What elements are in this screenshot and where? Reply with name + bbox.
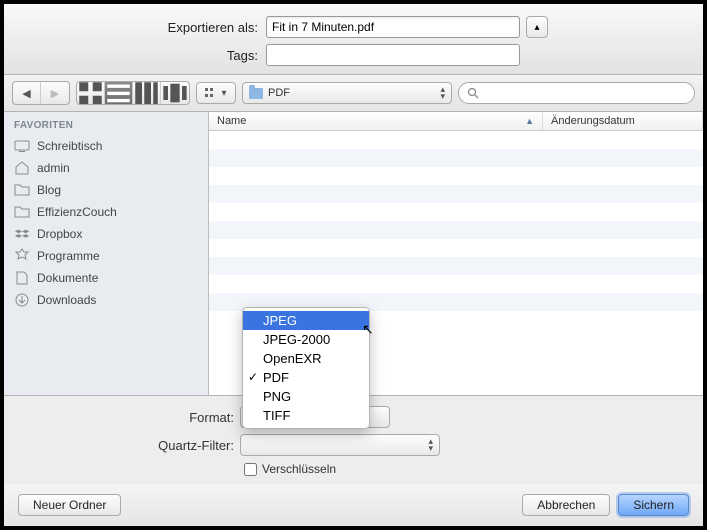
format-option-tiff[interactable]: TIFF	[243, 406, 369, 425]
location-name: PDF	[268, 87, 290, 99]
format-option-jpeg[interactable]: JPEG	[243, 311, 369, 330]
sidebar-item-admin[interactable]: admin	[4, 157, 208, 179]
sidebar: FAVORITEN Schreibtisch admin Blog Effizi…	[4, 112, 209, 395]
list-view-button[interactable]	[105, 82, 133, 104]
column-name-header[interactable]: Name▲	[209, 112, 543, 130]
sidebar-item-dropbox[interactable]: Dropbox	[4, 223, 208, 245]
search-input[interactable]	[483, 87, 686, 99]
coverflow-view-button[interactable]	[161, 82, 189, 104]
cancel-button[interactable]: Abbrechen	[522, 494, 610, 516]
sidebar-item-effizienzcouch[interactable]: EffizienzCouch	[4, 201, 208, 223]
sidebar-item-programme[interactable]: Programme	[4, 245, 208, 267]
column-date-header[interactable]: Änderungsdatum	[543, 112, 703, 130]
location-popup[interactable]: PDF ▴▾	[242, 82, 452, 104]
toolbar: ◀ ▶ ▾ PDF ▴▾	[4, 75, 703, 112]
forward-button[interactable]: ▶	[41, 82, 69, 104]
disclosure-button[interactable]: ▴	[526, 16, 548, 38]
search-icon	[467, 87, 479, 99]
tags-input[interactable]	[266, 44, 520, 66]
export-dialog: Exportieren als: ▴ Tags: ◀ ▶ ▾ PDF ▴▾	[4, 4, 703, 526]
search-field[interactable]	[458, 82, 695, 104]
folder-icon	[249, 88, 263, 99]
quartz-filter-select[interactable]: ▴▾	[240, 434, 440, 456]
export-filename-input[interactable]	[266, 16, 520, 38]
format-option-jpeg2000[interactable]: JPEG-2000	[243, 330, 369, 349]
view-mode-buttons	[76, 81, 190, 105]
bottom-bar: Neuer Ordner Abbrechen Sichern	[4, 484, 703, 526]
top-bar: Exportieren als: ▴ Tags:	[4, 4, 703, 75]
format-option-png[interactable]: PNG	[243, 387, 369, 406]
nav-buttons: ◀ ▶	[12, 81, 70, 105]
sidebar-item-blog[interactable]: Blog	[4, 179, 208, 201]
save-button[interactable]: Sichern	[618, 494, 689, 516]
sidebar-item-downloads[interactable]: Downloads	[4, 289, 208, 311]
sidebar-item-desktop[interactable]: Schreibtisch	[4, 135, 208, 157]
sidebar-item-dokumente[interactable]: Dokumente	[4, 267, 208, 289]
check-icon: ✓	[248, 369, 258, 386]
tags-label: Tags:	[14, 48, 266, 63]
back-button[interactable]: ◀	[13, 82, 41, 104]
format-dropdown-menu: JPEG JPEG-2000 OpenEXR ✓PDF PNG TIFF	[242, 307, 370, 429]
quartz-filter-label: Quartz-Filter:	[4, 438, 240, 453]
format-option-pdf[interactable]: ✓PDF	[243, 368, 369, 387]
format-label: Format:	[4, 410, 240, 425]
export-as-label: Exportieren als:	[14, 20, 266, 35]
arrange-button[interactable]: ▾	[196, 82, 236, 104]
sidebar-heading: FAVORITEN	[4, 116, 208, 135]
sort-ascending-icon: ▲	[525, 116, 534, 126]
updown-icon: ▴▾	[440, 86, 445, 100]
new-folder-button[interactable]: Neuer Ordner	[18, 494, 121, 516]
format-option-openexr[interactable]: OpenEXR	[243, 349, 369, 368]
encrypt-label: Verschlüsseln	[262, 462, 336, 476]
icon-view-button[interactable]	[77, 82, 105, 104]
encrypt-checkbox[interactable]	[244, 463, 257, 476]
column-view-button[interactable]	[133, 82, 161, 104]
column-headers: Name▲ Änderungsdatum	[209, 112, 703, 131]
